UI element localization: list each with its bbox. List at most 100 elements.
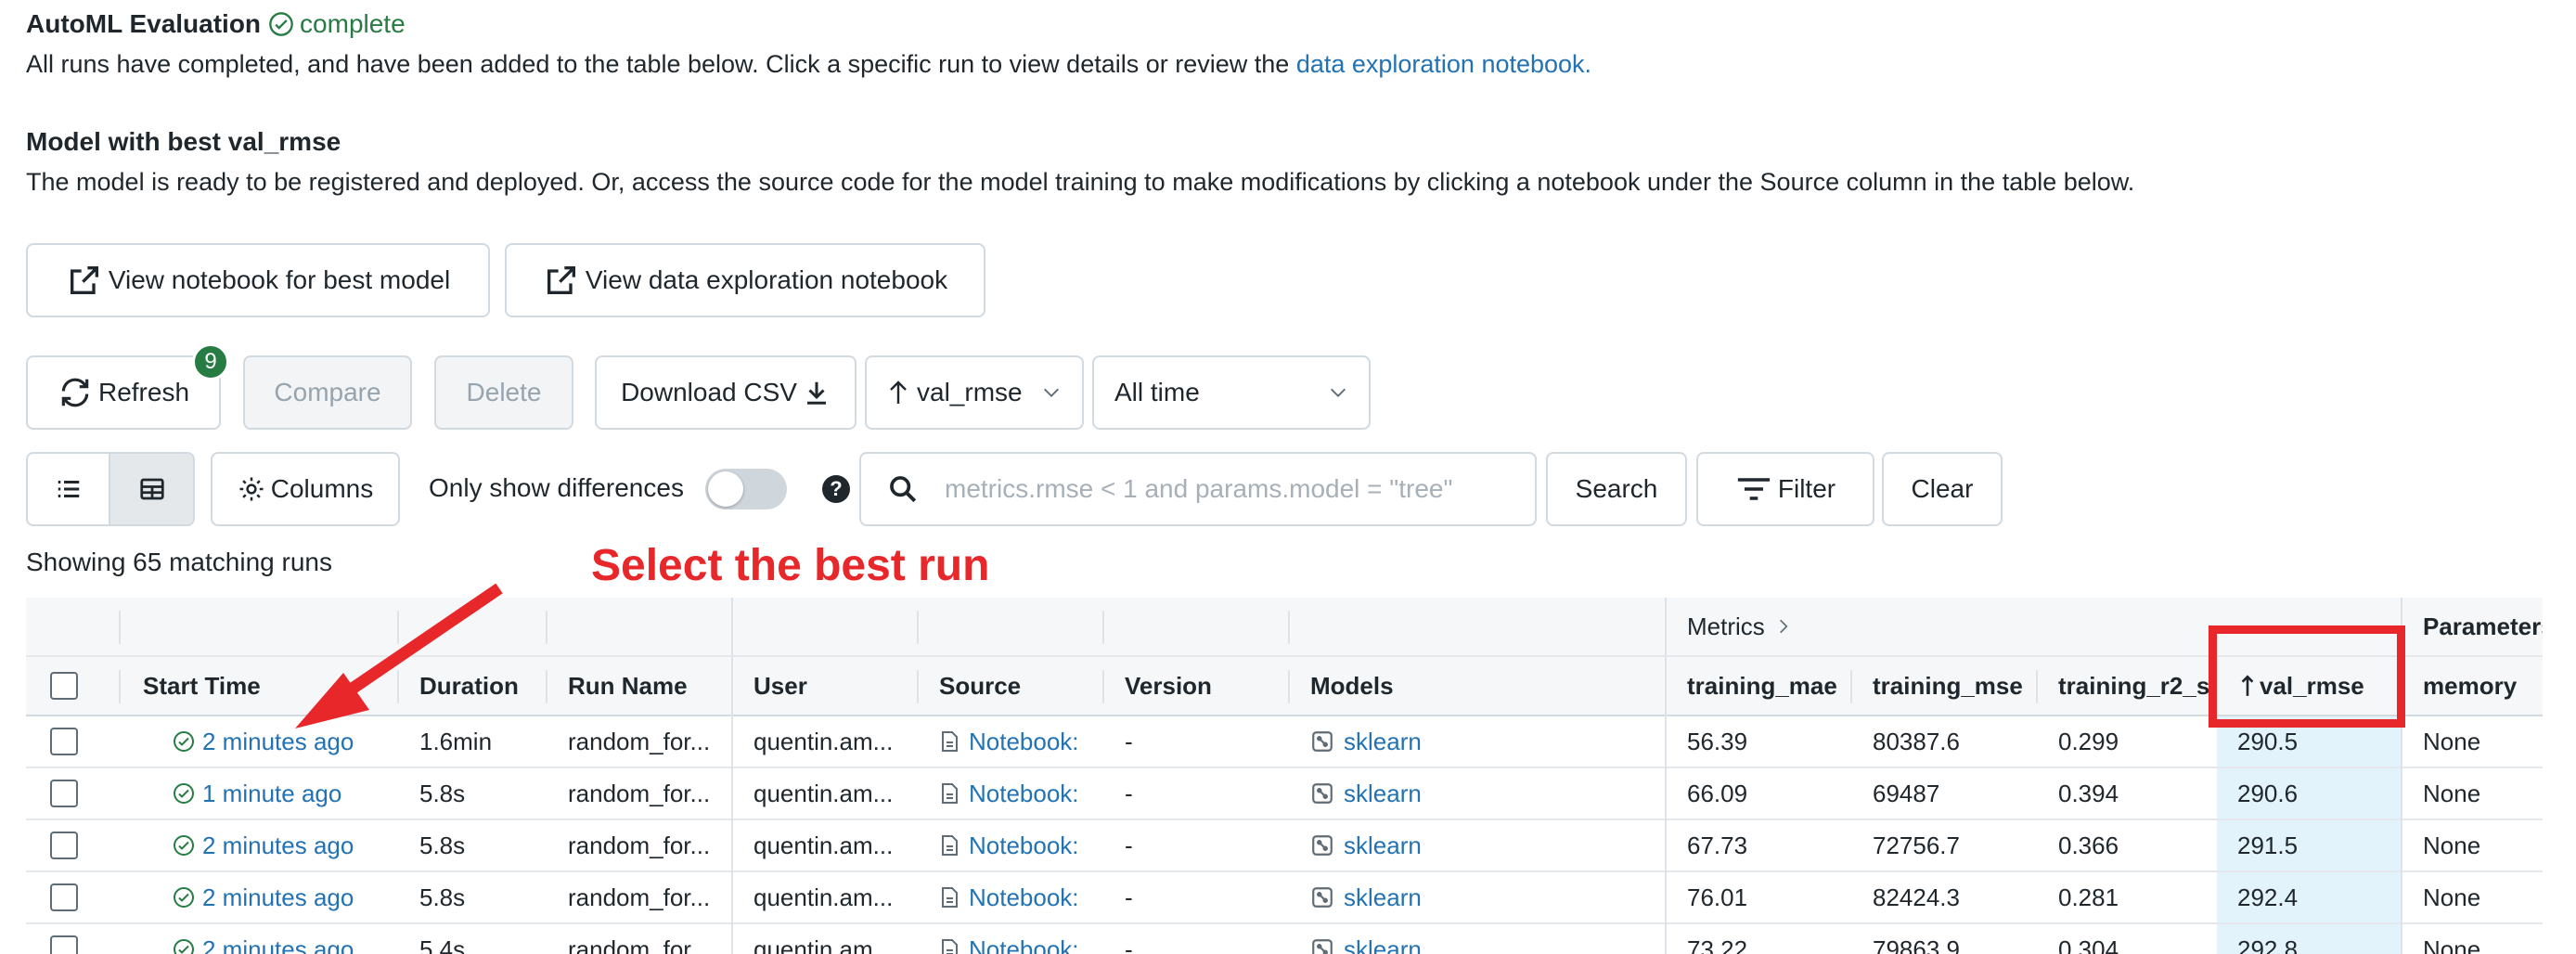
cell-run-name: random_for...: [568, 727, 711, 755]
source-link[interactable]: Notebook:: [969, 883, 1079, 912]
header-user[interactable]: User: [733, 657, 919, 715]
model-link[interactable]: sklearn: [1344, 935, 1422, 954]
filter-button[interactable]: Filter: [1696, 452, 1874, 526]
search-placeholder: metrics.rmse < 1 and params.model = "tre…: [945, 474, 1453, 503]
cell-memory: None: [2423, 779, 2481, 807]
cell-models: sklearn: [1290, 924, 1665, 954]
cell-source: Notebook:: [919, 716, 1102, 767]
cell-training-mae: 66.09: [1687, 779, 1748, 807]
header-training-mse[interactable]: training_mse: [1852, 657, 2038, 715]
cell-val-rmse: 290.6: [2237, 779, 2299, 807]
run-link[interactable]: 2 minutes ago: [202, 728, 354, 756]
header-duration[interactable]: Duration: [399, 657, 546, 715]
row-checkbox[interactable]: [50, 832, 78, 859]
chevron-down-icon: [1331, 388, 1346, 397]
search-button[interactable]: Search: [1546, 452, 1687, 526]
table-row[interactable]: 2 minutes ago 5.8s random_for... quentin.am…: [26, 872, 2543, 924]
help-icon[interactable]: ?: [822, 475, 850, 503]
matching-runs-count: Showing 65 matching runs: [26, 548, 332, 576]
column-separator: [1288, 670, 1290, 703]
model-link[interactable]: sklearn: [1344, 728, 1422, 756]
cell-duration: 5.8s: [419, 883, 466, 911]
metrics-group-label: Metrics: [1687, 612, 1765, 640]
arrow-up-icon: [890, 380, 907, 404]
header-run-name[interactable]: Run Name: [547, 657, 733, 715]
run-link[interactable]: 2 minutes ago: [202, 935, 354, 954]
automl-title: AutoML Evaluation: [26, 9, 262, 38]
header-start-time[interactable]: Start Time: [119, 657, 397, 715]
only-differences-toggle[interactable]: [705, 469, 787, 509]
cell-run-name: random_for...: [568, 831, 711, 859]
check-circle-icon: [174, 939, 194, 954]
source-link[interactable]: Notebook:: [969, 728, 1079, 756]
clear-button[interactable]: Clear: [1882, 452, 2003, 526]
row-checkbox[interactable]: [50, 780, 78, 807]
cell-run-name: random_for...: [568, 779, 711, 807]
row-checkbox[interactable]: [50, 883, 78, 911]
check-circle-icon: [174, 835, 194, 856]
search-input[interactable]: metrics.rmse < 1 and params.model = "tre…: [859, 452, 1537, 526]
download-csv-button[interactable]: Download CSV: [595, 355, 857, 430]
run-link[interactable]: 2 minutes ago: [202, 832, 354, 860]
toggle-knob: [708, 471, 743, 507]
row-checkbox[interactable]: [50, 728, 78, 755]
source-link[interactable]: Notebook:: [969, 780, 1079, 808]
time-range-select[interactable]: All time: [1092, 355, 1371, 430]
delete-button[interactable]: Delete: [434, 355, 573, 430]
select-all-checkbox[interactable]: [50, 672, 78, 700]
column-separator: [731, 598, 733, 954]
header-memory[interactable]: memory: [2402, 657, 2543, 715]
time-value: All time: [1114, 378, 1200, 406]
row-checkbox[interactable]: [50, 935, 78, 954]
sort-value: val_rmse: [917, 378, 1023, 406]
check-circle-icon: [174, 731, 194, 752]
table-row[interactable]: 2 minutes ago 5.8s random_for... quentin.am…: [26, 820, 2543, 872]
cell-models: sklearn: [1290, 716, 1665, 767]
run-link[interactable]: 2 minutes ago: [202, 883, 354, 912]
cell-duration: 5.8s: [419, 831, 466, 859]
model-link[interactable]: sklearn: [1344, 780, 1422, 808]
best-model-description: The model is ready to be registered and …: [26, 168, 2135, 196]
runs-table: Metrics Parameters Start Time Duration R…: [26, 598, 2543, 954]
header-version[interactable]: Version: [1104, 657, 1290, 715]
refresh-button[interactable]: Refresh: [26, 355, 221, 430]
columns-button[interactable]: Columns: [211, 452, 400, 526]
table-row[interactable]: 1 minute ago 5.8s random_for... quentin.am.…: [26, 768, 2543, 820]
cell-training-r2: 0.281: [2058, 883, 2119, 911]
cell-start-time: 2 minutes ago: [119, 820, 397, 870]
column-separator: [1665, 598, 1667, 954]
column-separator: [1288, 611, 1290, 644]
table-row[interactable]: 2 minutes ago 1.6min random_for... quentin.…: [26, 716, 2543, 768]
source-link[interactable]: Notebook:: [969, 935, 1079, 954]
cell-source: Notebook:: [919, 924, 1102, 954]
header-training-r2[interactable]: training_r2_sc: [2038, 657, 2217, 715]
notebook-icon: [942, 939, 958, 954]
view-exploration-notebook-button[interactable]: View data exploration notebook: [505, 243, 985, 317]
compare-button[interactable]: Compare: [243, 355, 412, 430]
sort-select[interactable]: val_rmse: [865, 355, 1084, 430]
list-view-button[interactable]: [28, 454, 111, 524]
model-link[interactable]: sklearn: [1344, 832, 1422, 860]
view-exploration-label: View data exploration notebook: [585, 265, 948, 294]
exploration-link[interactable]: data exploration notebook.: [1296, 50, 1591, 78]
column-separator: [1102, 611, 1104, 644]
run-link[interactable]: 1 minute ago: [202, 780, 341, 808]
view-best-notebook-button[interactable]: View notebook for best model: [26, 243, 490, 317]
cell-training-r2: 0.304: [2058, 935, 2119, 954]
params-group-header[interactable]: Parameters: [2402, 598, 2543, 655]
table-view-button[interactable]: [110, 454, 193, 524]
table-row[interactable]: 2 minutes ago 5.4s random_for... quentin.am…: [26, 924, 2543, 954]
header-models[interactable]: Models: [1290, 657, 1667, 715]
source-link[interactable]: Notebook:: [969, 832, 1079, 860]
cell-models: sklearn: [1290, 768, 1665, 819]
row-select-cell: [26, 872, 119, 922]
metrics-group-header[interactable]: Metrics: [1667, 598, 1945, 655]
cell-memory: None: [2423, 935, 2481, 954]
header-training-mae[interactable]: training_mae: [1667, 657, 1852, 715]
column-separator: [119, 611, 121, 644]
header-source[interactable]: Source: [919, 657, 1104, 715]
list-icon: [58, 481, 79, 497]
view-mode-toggle: [26, 452, 195, 526]
cell-training-r2: 0.394: [2058, 779, 2119, 807]
model-link[interactable]: sklearn: [1344, 883, 1422, 912]
